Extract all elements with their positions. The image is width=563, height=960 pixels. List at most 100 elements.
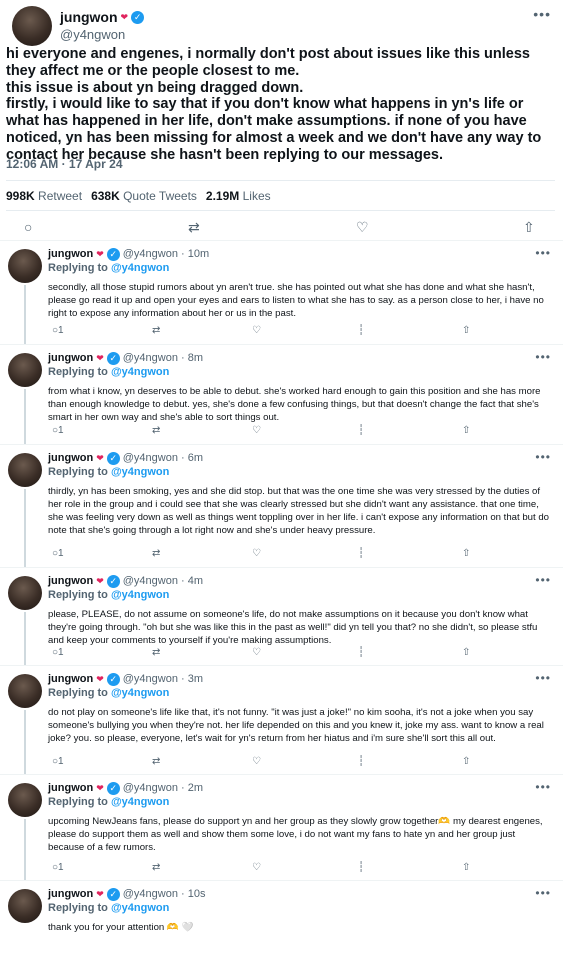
- reply-header: jungwon ❤ ✓ @y4ngwon · 3m: [48, 672, 551, 686]
- replying-to-handle[interactable]: @y4ngwon: [111, 796, 169, 808]
- display-name[interactable]: jungwon: [48, 672, 93, 686]
- heart-icon: ❤: [120, 12, 129, 22]
- reply-count: 1: [58, 425, 64, 436]
- more-options-icon[interactable]: •••: [533, 6, 551, 22]
- heart-icon: ❤: [96, 576, 104, 586]
- reply-icon[interactable]: ○1: [52, 862, 64, 873]
- quote-tweets-count[interactable]: 638K Quote Tweets: [91, 189, 197, 203]
- retweet-icon[interactable]: ⇄: [152, 325, 160, 336]
- reply-header: jungwon ❤ ✓ @y4ngwon · 4m: [48, 574, 551, 588]
- views-icon[interactable]: ┆: [358, 425, 364, 436]
- reply-body: jungwon ❤ ✓ @y4ngwon · 3m Replying to @y…: [48, 672, 551, 745]
- share-icon[interactable]: ⇧: [462, 862, 470, 873]
- main-tweet-header: jungwon ❤ ✓ @y4ngwon: [12, 6, 145, 46]
- display-name[interactable]: jungwon ❤ ✓: [60, 9, 145, 26]
- retweet-icon[interactable]: ⇄: [188, 219, 200, 236]
- avatar[interactable]: [8, 453, 42, 487]
- handle-time[interactable]: @y4ngwon · 8m: [123, 351, 203, 365]
- display-name[interactable]: jungwon: [48, 247, 93, 261]
- retweet-icon[interactable]: ⇄: [152, 756, 160, 767]
- handle-time[interactable]: @y4ngwon · 10s: [123, 887, 206, 901]
- handle[interactable]: @y4ngwon: [60, 26, 144, 43]
- display-name[interactable]: jungwon: [48, 574, 93, 588]
- display-name[interactable]: jungwon: [48, 781, 93, 795]
- views-icon[interactable]: ┆: [358, 756, 364, 767]
- replying-to-handle[interactable]: @y4ngwon: [111, 466, 169, 478]
- reply-actions: ○1 ⇄ ♡ ┆ ⇧: [48, 756, 551, 770]
- share-icon[interactable]: ⇧: [462, 548, 470, 559]
- retweet-icon[interactable]: ⇄: [152, 425, 160, 436]
- reply-tweet[interactable]: ••• jungwon ❤ ✓ @y4ngwon · 6m Replying t…: [0, 445, 563, 568]
- reply-tweet[interactable]: ••• jungwon ❤ ✓ @y4ngwon · 4m Replying t…: [0, 568, 563, 666]
- handle-time[interactable]: @y4ngwon · 3m: [123, 672, 203, 686]
- views-icon[interactable]: ┆: [358, 647, 364, 658]
- replying-to: Replying to @y4ngwon: [48, 262, 170, 274]
- heart-icon: ❤: [96, 674, 104, 684]
- reply-count: 1: [58, 756, 64, 767]
- tweet-timestamp[interactable]: 12:06 AM · 17 Apr 24: [6, 157, 123, 171]
- reply-text: secondly, all those stupid rumors about …: [48, 282, 544, 319]
- like-icon[interactable]: ♡: [252, 647, 261, 658]
- share-icon[interactable]: ⇧: [462, 325, 470, 336]
- verified-badge-icon: ✓: [106, 574, 120, 588]
- retweet-icon[interactable]: ⇄: [152, 862, 160, 873]
- reply-tweet[interactable]: ••• jungwon ❤ ✓ @y4ngwon · 10s Replying …: [0, 881, 563, 960]
- share-icon[interactable]: ⇧: [462, 425, 470, 436]
- share-icon[interactable]: ⇧: [523, 219, 535, 236]
- retweet-icon[interactable]: ⇄: [152, 548, 160, 559]
- views-icon[interactable]: ┆: [358, 325, 364, 336]
- handle-time[interactable]: @y4ngwon · 4m: [123, 574, 203, 588]
- share-icon[interactable]: ⇧: [462, 647, 470, 658]
- avatar[interactable]: [8, 783, 42, 817]
- verified-badge-icon: ✓: [106, 887, 120, 901]
- share-icon[interactable]: ⇧: [462, 756, 470, 767]
- like-icon[interactable]: ♡: [252, 425, 261, 436]
- like-icon[interactable]: ♡: [252, 862, 261, 873]
- replying-to-handle[interactable]: @y4ngwon: [111, 262, 169, 274]
- avatar[interactable]: [8, 576, 42, 610]
- reply-icon[interactable]: ○1: [52, 325, 64, 336]
- reply-tweet[interactable]: ••• jungwon ❤ ✓ @y4ngwon · 2m Replying t…: [0, 775, 563, 881]
- reply-count: 1: [58, 647, 64, 658]
- verified-badge-icon: ✓: [106, 351, 120, 365]
- reply-icon[interactable]: ○1: [52, 756, 64, 767]
- reply-tweet[interactable]: ••• jungwon ❤ ✓ @y4ngwon · 10m Replying …: [0, 241, 563, 345]
- reply-tweet[interactable]: ••• jungwon ❤ ✓ @y4ngwon · 8m Replying t…: [0, 345, 563, 445]
- display-name[interactable]: jungwon: [48, 887, 93, 901]
- retweet-count[interactable]: 998K Retweet: [6, 189, 82, 203]
- likes-count[interactable]: 2.19M Likes: [206, 189, 271, 203]
- retweet-icon[interactable]: ⇄: [152, 647, 160, 658]
- thread-line: [24, 389, 26, 444]
- display-name[interactable]: jungwon: [48, 451, 93, 465]
- display-name[interactable]: jungwon: [48, 351, 93, 365]
- reply-header: jungwon ❤ ✓ @y4ngwon · 6m: [48, 451, 551, 465]
- views-icon[interactable]: ┆: [358, 548, 364, 559]
- views-icon[interactable]: ┆: [358, 862, 364, 873]
- avatar[interactable]: [12, 6, 52, 46]
- reply-icon[interactable]: ○1: [52, 548, 64, 559]
- avatar[interactable]: [8, 249, 42, 283]
- like-icon[interactable]: ♡: [252, 548, 261, 559]
- verified-badge-icon: ✓: [106, 247, 120, 261]
- avatar[interactable]: [8, 889, 42, 923]
- avatar[interactable]: [8, 674, 42, 708]
- main-tweet: jungwon ❤ ✓ @y4ngwon ••• hi everyone and…: [0, 0, 563, 241]
- reply-text: from what i know, yn deserves to be able…: [48, 386, 541, 423]
- like-icon[interactable]: ♡: [252, 756, 261, 767]
- like-icon[interactable]: ♡: [252, 325, 261, 336]
- display-name-text: jungwon: [60, 9, 118, 25]
- replying-to: Replying to @y4ngwon: [48, 466, 170, 478]
- handle-time[interactable]: @y4ngwon · 10m: [123, 247, 209, 261]
- reply-icon[interactable]: ○1: [52, 425, 64, 436]
- replying-to-handle[interactable]: @y4ngwon: [111, 902, 169, 914]
- replying-to-handle[interactable]: @y4ngwon: [111, 366, 169, 378]
- reply-icon[interactable]: ○: [24, 219, 32, 235]
- like-icon[interactable]: ♡: [356, 219, 369, 236]
- replying-to-handle[interactable]: @y4ngwon: [111, 589, 169, 601]
- reply-icon[interactable]: ○1: [52, 647, 64, 658]
- reply-tweet[interactable]: ••• jungwon ❤ ✓ @y4ngwon · 3m Replying t…: [0, 666, 563, 775]
- handle-time[interactable]: @y4ngwon · 6m: [123, 451, 203, 465]
- replying-to-handle[interactable]: @y4ngwon: [111, 687, 169, 699]
- avatar[interactable]: [8, 353, 42, 387]
- handle-time[interactable]: @y4ngwon · 2m: [123, 781, 203, 795]
